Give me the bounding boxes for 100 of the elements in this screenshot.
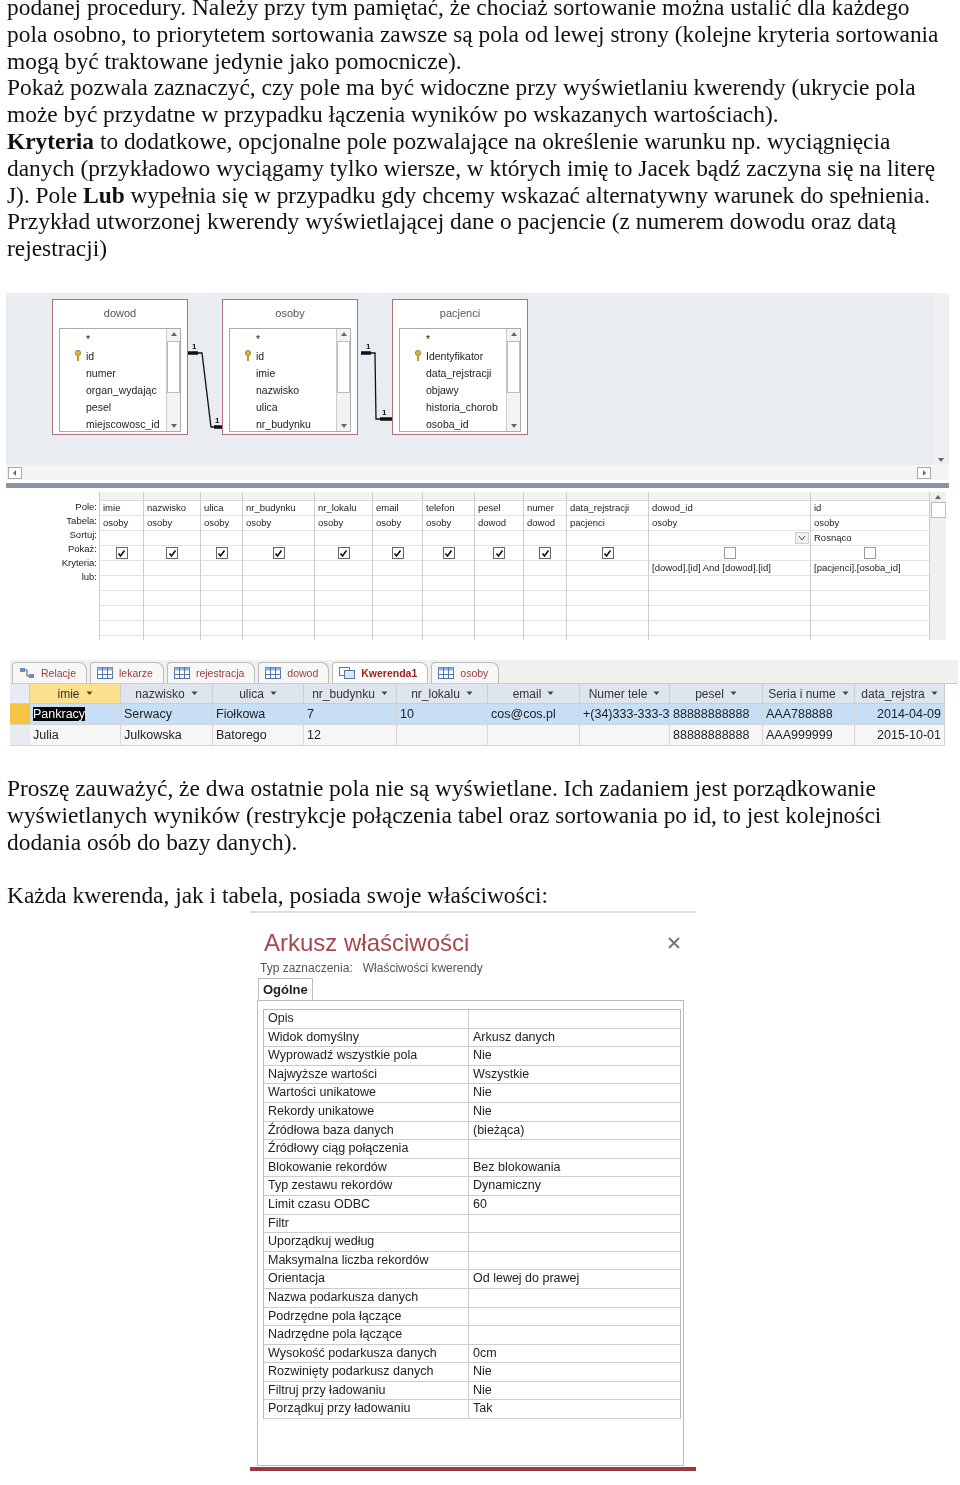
- checkbox[interactable]: [391, 547, 404, 559]
- field-name[interactable]: osoba_id: [426, 417, 469, 430]
- column-header[interactable]: imie: [30, 684, 121, 704]
- checkbox[interactable]: [539, 547, 551, 559]
- scrollbar-thumb[interactable]: [930, 502, 946, 518]
- field-name[interactable]: objawy: [426, 383, 459, 396]
- dropdown-icon[interactable]: [380, 691, 388, 696]
- table-box[interactable]: dowod * id numer organ_wydając pesel miejscowosc_id: [52, 299, 188, 435]
- dropdown-icon[interactable]: [795, 532, 809, 544]
- property-value[interactable]: Bez blokowania: [473, 1159, 561, 1174]
- grid-cell[interactable]: osoby: [315, 516, 372, 531]
- grid-cell[interactable]: osoby: [201, 516, 242, 531]
- property-value[interactable]: 0cm: [473, 1345, 497, 1360]
- field-name[interactable]: nr_budynku: [256, 417, 311, 430]
- grid-cell[interactable]: osoby: [423, 516, 474, 531]
- grid-cell[interactable]: osoby: [243, 516, 314, 531]
- field-name[interactable]: *: [426, 332, 431, 345]
- checkbox[interactable]: [272, 547, 285, 559]
- column-header[interactable]: nr_budynku: [304, 684, 397, 704]
- document-tab[interactable]: Kwerenda1: [332, 662, 429, 683]
- checkbox[interactable]: [601, 547, 614, 559]
- grid-cell[interactable]: nr_lokalu: [315, 501, 372, 516]
- grid-cell[interactable]: osoby: [649, 516, 810, 531]
- field-name[interactable]: *: [256, 332, 261, 345]
- checkbox[interactable]: [723, 547, 736, 559]
- column-header[interactable]: email: [488, 684, 580, 704]
- grid-cell[interactable]: osoby: [373, 516, 422, 531]
- scrollbar[interactable]: [6, 465, 949, 480]
- column-header[interactable]: pesel: [670, 684, 763, 704]
- property-value[interactable]: Nie: [473, 1364, 492, 1379]
- grid-cell[interactable]: data_rejstracji: [567, 501, 648, 516]
- property-value[interactable]: Nie: [473, 1103, 492, 1118]
- dropdown-icon[interactable]: [85, 691, 93, 696]
- grid-cell[interactable]: pacjenci: [567, 516, 648, 531]
- document-tab[interactable]: rejestracja: [166, 662, 256, 683]
- dropdown-icon[interactable]: [653, 691, 661, 696]
- grid-cell[interactable]: imie: [100, 501, 143, 516]
- dropdown-icon[interactable]: [729, 691, 737, 696]
- scrollbar[interactable]: [933, 293, 949, 465]
- scrollbar[interactable]: [336, 329, 350, 431]
- table-box[interactable]: osoby * id imie nazwisko ulica nr_budynku: [222, 299, 358, 435]
- column-header[interactable]: nr_lokalu: [397, 684, 488, 704]
- column-header[interactable]: Numer tele: [580, 684, 670, 704]
- table-box[interactable]: pacjenci * Identyfikator data_rejstracji objawy historia_chorob osoba_id: [392, 299, 528, 435]
- grid-cell[interactable]: nr_budynku: [243, 501, 314, 516]
- grid-cell[interactable]: dowod: [524, 516, 566, 531]
- field-name[interactable]: ulica: [256, 400, 278, 413]
- grid-cell[interactable]: telefon: [423, 501, 474, 516]
- dropdown-icon[interactable]: [930, 691, 938, 696]
- field-name[interactable]: organ_wydając: [86, 383, 157, 396]
- document-tab[interactable]: osoby: [431, 662, 500, 683]
- grid-cell[interactable]: osoby: [144, 516, 200, 531]
- dropdown-icon[interactable]: [190, 691, 198, 696]
- checkbox[interactable]: [166, 547, 178, 559]
- grid-cell[interactable]: numer: [524, 501, 566, 516]
- grid-cell[interactable]: Rosnąco: [814, 531, 852, 545]
- dropdown-icon[interactable]: [269, 691, 277, 696]
- property-value[interactable]: Od lewej do prawej: [473, 1271, 580, 1286]
- dropdown-icon[interactable]: [547, 691, 555, 696]
- grid-cell[interactable]: nazwisko: [144, 501, 200, 516]
- close-icon[interactable]: [668, 937, 680, 949]
- checkbox[interactable]: [493, 547, 505, 559]
- field-name[interactable]: nazwisko: [256, 383, 300, 396]
- scroll-left-icon[interactable]: [8, 466, 22, 479]
- field-name[interactable]: data_rejstracji: [426, 366, 492, 379]
- field-name[interactable]: historia_chorob: [426, 400, 498, 413]
- scroll-right-icon[interactable]: [917, 466, 931, 479]
- field-name[interactable]: imie: [256, 366, 276, 379]
- field-name[interactable]: *: [86, 332, 91, 345]
- grid-cell[interactable]: ulica: [201, 501, 242, 516]
- property-value[interactable]: Nie: [473, 1048, 492, 1063]
- tab[interactable]: Ogólne: [258, 978, 313, 1000]
- document-tab[interactable]: lekarze: [90, 662, 164, 683]
- field-name[interactable]: numer: [86, 366, 116, 379]
- checkbox[interactable]: [337, 547, 350, 559]
- column-header[interactable]: ulica: [213, 684, 304, 704]
- checkbox[interactable]: [215, 547, 228, 559]
- dropdown-icon[interactable]: [841, 691, 849, 696]
- grid-cell[interactable]: osoby: [100, 516, 143, 531]
- grid-cell[interactable]: dowod_id: [649, 501, 810, 516]
- checkbox[interactable]: [442, 547, 455, 559]
- property-value[interactable]: Arkusz danych: [473, 1029, 555, 1044]
- property-value[interactable]: Nie: [473, 1382, 492, 1397]
- document-tab[interactable]: dowod: [258, 662, 330, 683]
- property-value[interactable]: Tak: [473, 1401, 493, 1416]
- column-header[interactable]: data_rejstra: [855, 684, 945, 704]
- dropdown-icon[interactable]: [465, 691, 473, 696]
- grid-cell[interactable]: pesel: [475, 501, 523, 516]
- field-name[interactable]: id: [86, 349, 95, 362]
- grid-cell[interactable]: dowod: [475, 516, 523, 531]
- property-value[interactable]: 60: [473, 1196, 487, 1211]
- checkbox[interactable]: [864, 547, 876, 559]
- field-name[interactable]: Identyfikator: [426, 349, 484, 362]
- scrollbar[interactable]: [166, 329, 180, 431]
- grid-cell[interactable]: email: [373, 501, 422, 516]
- scrollbar[interactable]: [929, 492, 946, 640]
- field-name[interactable]: id: [256, 349, 265, 362]
- document-tab[interactable]: Relacje: [12, 662, 88, 683]
- column-header[interactable]: nazwisko: [121, 684, 213, 704]
- property-value[interactable]: (bieżąca): [473, 1122, 525, 1137]
